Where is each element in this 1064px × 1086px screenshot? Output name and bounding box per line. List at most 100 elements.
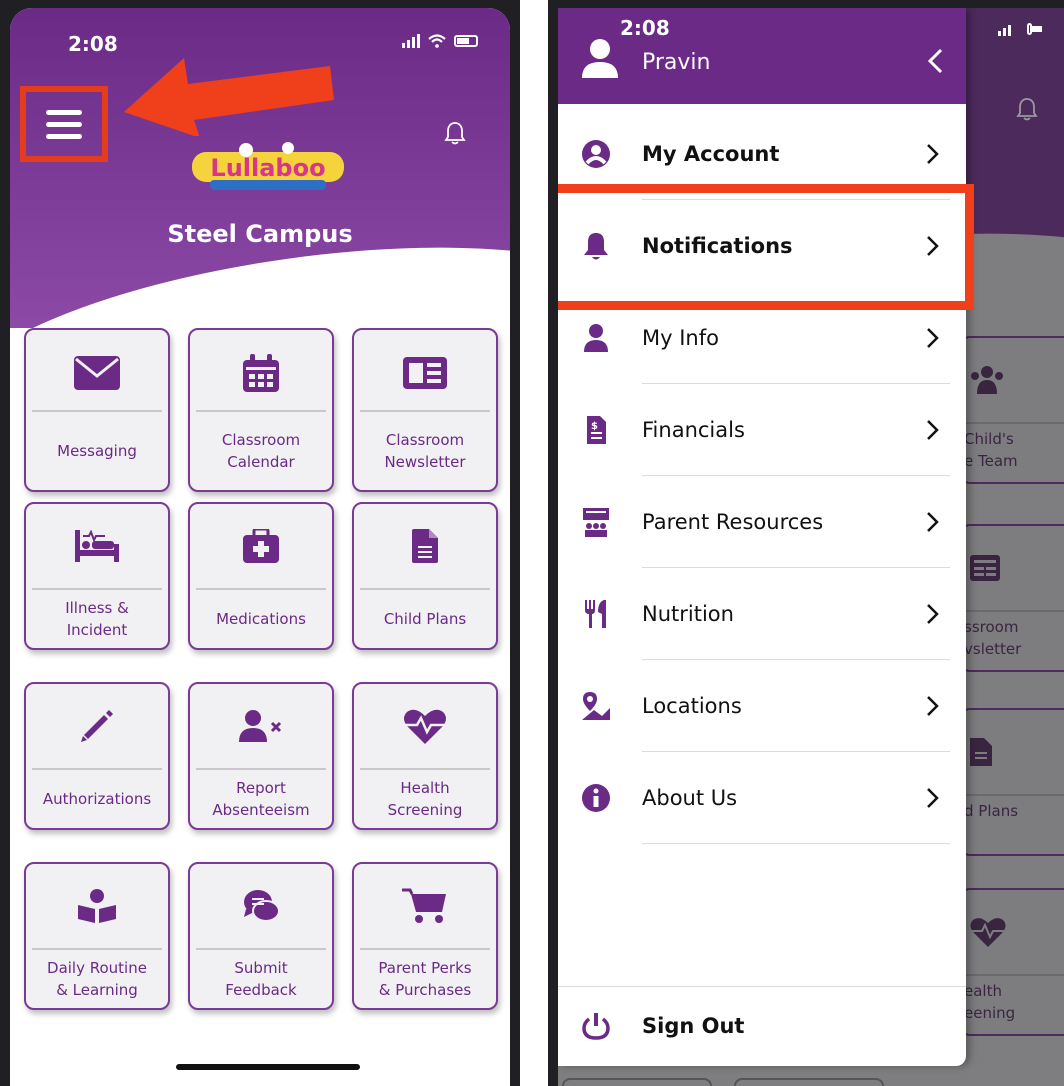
chevron-right-icon <box>927 696 939 716</box>
battery-icon <box>1027 23 1042 35</box>
tile-label: Submit Feedback <box>225 959 297 999</box>
account-circle-icon <box>582 140 610 168</box>
chevron-right-icon <box>927 328 939 348</box>
power-icon <box>582 1013 610 1040</box>
status-icons <box>998 22 1042 36</box>
tile-child-plans[interactable]: Child Plans <box>352 502 498 650</box>
menu-item-label: My Info <box>642 326 719 350</box>
background-tile-label: ssroom vsletter <box>964 618 1022 658</box>
envelope-icon <box>74 356 120 390</box>
tile-authorizations[interactable]: Authorizations <box>24 682 170 830</box>
chevron-right-icon <box>927 420 939 440</box>
tile-classroom-newsletter[interactable]: Classroom Newsletter <box>352 328 498 492</box>
home-screen: 2:08 Lullaboo Steel Campus Messaging Cla… <box>10 8 510 1086</box>
menu-item-financials[interactable]: $ Financials <box>558 384 966 476</box>
home-indicator <box>176 1064 360 1070</box>
bell-icon[interactable] <box>444 120 466 146</box>
chevron-right-icon <box>927 788 939 808</box>
background-tile: Child's e Team <box>960 336 1064 484</box>
background-tile: d Plans <box>960 708 1064 856</box>
background-tile-label: d Plans <box>964 802 1019 820</box>
menu-item-label: About Us <box>642 786 738 810</box>
menu-item-label: Parent Resources <box>642 510 824 534</box>
pencil-icon <box>81 710 113 742</box>
menu-button[interactable] <box>20 86 108 162</box>
drawer-screen: Child's e Team ssroom vsletter d Plans e… <box>558 8 1064 1086</box>
menu-item-about-us[interactable]: About Us <box>558 752 966 844</box>
tile-messaging[interactable]: Messaging <box>24 328 170 492</box>
tile-label: Illness & Incident <box>65 599 129 639</box>
presentation-icon <box>583 508 609 537</box>
newspaper-icon <box>970 555 1000 581</box>
background-tile-label: ealth eening <box>964 982 1016 1022</box>
tile-label: Child Plans <box>383 610 467 628</box>
sign-out-button[interactable]: Sign Out <box>558 980 966 1066</box>
tile-medications[interactable]: Medications <box>188 502 334 650</box>
tile-label: Classroom Newsletter <box>384 431 466 471</box>
menu-item-label: Nutrition <box>642 602 734 626</box>
battery-icon <box>454 35 478 47</box>
map-pin-icon <box>582 692 610 720</box>
right-phone: Child's e Team ssroom vsletter d Plans e… <box>548 0 1064 1086</box>
tile-label: Daily Routine & Learning <box>47 959 147 999</box>
signal-icon <box>402 34 420 48</box>
user-x-icon <box>239 710 282 742</box>
tile-label: Health Screening <box>387 779 463 819</box>
chevron-left-icon[interactable] <box>926 48 944 74</box>
status-icons <box>402 34 478 48</box>
signal-icon <box>998 22 1011 36</box>
user-name: Pravin <box>642 50 711 75</box>
bed-icon <box>75 530 119 562</box>
invoice-icon: $ <box>587 416 606 444</box>
status-time: 2:08 <box>620 16 670 40</box>
heartbeat-icon <box>970 918 1006 947</box>
tile-parent-perks[interactable]: Parent Perks & Purchases <box>352 862 498 1010</box>
menu-item-locations[interactable]: Locations <box>558 660 966 752</box>
annotation-highlight-box <box>558 184 974 310</box>
tile-label: Messaging <box>57 442 137 460</box>
hamburger-icon <box>46 109 82 115</box>
tile-daily-routine[interactable]: Daily Routine & Learning <box>24 862 170 1010</box>
calendar-icon <box>243 354 279 392</box>
bell-icon <box>1016 98 1038 121</box>
chevron-right-icon <box>927 604 939 624</box>
info-icon <box>582 784 610 812</box>
tile-classroom-calendar[interactable]: Classroom Calendar <box>188 328 334 492</box>
tile-label: Medications <box>216 610 306 628</box>
document-icon <box>412 529 438 563</box>
background-tile: ssroom vsletter <box>960 524 1064 672</box>
side-drawer: 2:08 Pravin My Account Notifications My … <box>558 8 966 1066</box>
svg-text:Lullaboo: Lullaboo <box>210 154 325 182</box>
drawer-header: 2:08 Pravin <box>558 8 966 104</box>
medkit-icon <box>243 529 279 563</box>
chat-icon <box>244 890 280 922</box>
utensils-icon <box>585 600 606 628</box>
tile-label: Report Absenteeism <box>212 779 310 819</box>
tile-submit-feedback[interactable]: Submit Feedback <box>188 862 334 1010</box>
menu-item-nutrition[interactable]: Nutrition <box>558 568 966 660</box>
svg-text:$: $ <box>591 421 598 432</box>
menu-item-label: Locations <box>642 694 742 718</box>
team-icon <box>971 366 1003 394</box>
campus-title: Steel Campus <box>167 220 353 248</box>
cart-icon <box>402 888 446 923</box>
tile-illness-incident[interactable]: Illness & Incident <box>24 502 170 650</box>
background-tile: ealth eening <box>960 888 1064 1036</box>
tile-health-screening[interactable]: Health Screening <box>352 682 498 830</box>
status-time: 2:08 <box>68 32 118 56</box>
wifi-icon <box>428 34 446 48</box>
menu-item-parent-resources[interactable]: Parent Resources <box>558 476 966 568</box>
tile-label: Authorizations <box>42 790 152 808</box>
menu-item-label: Financials <box>642 418 745 442</box>
heartbeat-icon <box>404 709 446 744</box>
background-tile-label: Child's e Team <box>964 430 1018 470</box>
tile-label: Classroom Calendar <box>221 431 301 471</box>
menu-item-label: My Account <box>642 142 780 166</box>
newspaper-icon <box>403 357 447 389</box>
sign-out-label: Sign Out <box>642 1014 745 1038</box>
tile-label: Parent Perks & Purchases <box>378 959 472 999</box>
document-icon <box>970 738 992 766</box>
annotation-arrow-icon <box>124 58 334 136</box>
reader-icon <box>78 889 116 923</box>
tile-report-absenteeism[interactable]: Report Absenteeism <box>188 682 334 830</box>
